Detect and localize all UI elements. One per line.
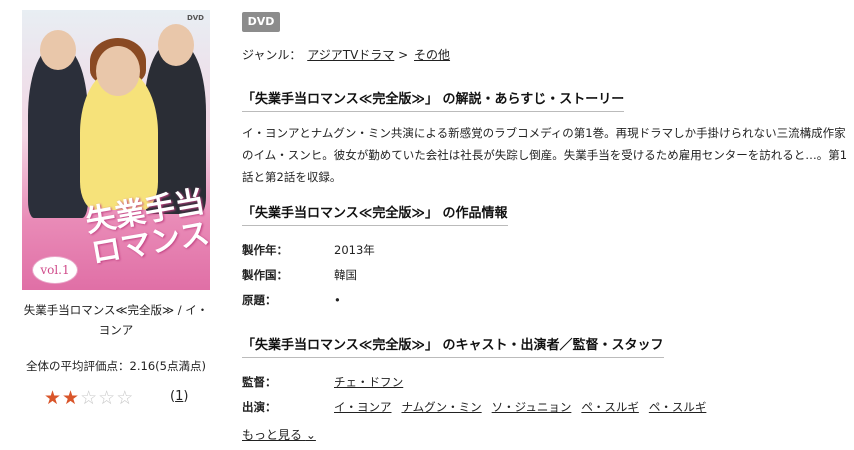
cast-link[interactable]: ペ・スルギ xyxy=(649,400,707,414)
cover-face-left xyxy=(40,30,76,70)
product-name: 失業手当ロマンス≪完全版≫ / イ・ヨンア xyxy=(23,303,209,337)
cast-link[interactable]: ペ・スルギ xyxy=(581,400,639,414)
star-icon-empty: ☆ xyxy=(116,387,135,409)
chevron-down-icon: ⌄ xyxy=(305,428,316,442)
dvd-cover-image[interactable]: DVD 失業手当ロマンス vol.1 xyxy=(22,10,210,290)
info-row-original-title: 原題： • xyxy=(242,292,341,308)
synopsis-heading: 「失業手当ロマンス≪完全版≫」 の解説・あらすじ・ストーリー xyxy=(242,88,625,112)
cover-volume-art: vol.1 xyxy=(32,256,78,284)
star-icon-filled: ★ xyxy=(62,387,81,409)
synopsis-text: イ・ヨンアとナムグン・ミン共演による新感覚のラブコメディの第1巻。再現ドラマしか… xyxy=(242,126,848,184)
info-key: 製作国： xyxy=(242,268,288,282)
rating-stars: ★★☆☆☆ xyxy=(44,387,134,409)
genre-label: ジャンル： xyxy=(242,48,302,62)
cover-figure-man-left xyxy=(28,48,88,218)
average-rating-text: 全体の平均評価点：2.16(5点満点) xyxy=(26,359,206,373)
show-more-label: もっと見る xyxy=(242,428,303,442)
genre-separator: > xyxy=(398,48,409,62)
genre-link-other[interactable]: その他 xyxy=(414,48,450,62)
cast-row: 出演： イ・ヨンア ナムグン・ミン ソ・ジュニョン ペ・スルギ ペ・スルギ xyxy=(242,399,716,415)
genre-link-asian-tv-drama[interactable]: アジアTVドラマ xyxy=(307,48,394,62)
info-key: 製作年： xyxy=(242,243,288,257)
cast-link[interactable]: ソ・ジュニョン xyxy=(492,400,572,414)
review-count: (1) xyxy=(170,389,189,404)
director-label: 監督： xyxy=(242,375,277,389)
info-value: 韓国 xyxy=(334,268,357,282)
info-heading: 「失業手当ロマンス≪完全版≫」 の作品情報 xyxy=(242,202,508,226)
info-row-country: 製作国： 韓国 xyxy=(242,267,357,283)
info-key: 原題： xyxy=(242,293,277,307)
genre-breadcrumb: ジャンル： アジアTVドラマ > その他 xyxy=(242,46,450,63)
cover-face-center xyxy=(96,46,140,96)
director-link[interactable]: チェ・ドフン xyxy=(334,375,403,389)
show-more-link[interactable]: もっと見る ⌄ xyxy=(242,426,316,443)
cover-dvd-logo: DVD xyxy=(186,14,204,22)
info-value: • xyxy=(334,293,341,307)
format-badge: DVD xyxy=(242,12,280,32)
info-row-year: 製作年： 2013年 xyxy=(242,242,375,258)
star-icon-filled: ★ xyxy=(44,387,63,409)
star-icon-empty: ☆ xyxy=(80,387,99,409)
review-count-link[interactable]: 1 xyxy=(175,389,183,404)
star-icon-empty: ☆ xyxy=(98,387,117,409)
director-row: 監督： チェ・ドフン xyxy=(242,374,413,390)
cast-link[interactable]: イ・ヨンア xyxy=(334,400,392,414)
cast-link[interactable]: ナムグン・ミン xyxy=(402,400,482,414)
cover-face-right xyxy=(158,24,194,66)
cast-label: 出演： xyxy=(242,400,277,414)
cast-heading: 「失業手当ロマンス≪完全版≫」 のキャスト・出演者／監督・スタッフ xyxy=(242,334,664,358)
info-value: 2013年 xyxy=(334,243,375,257)
